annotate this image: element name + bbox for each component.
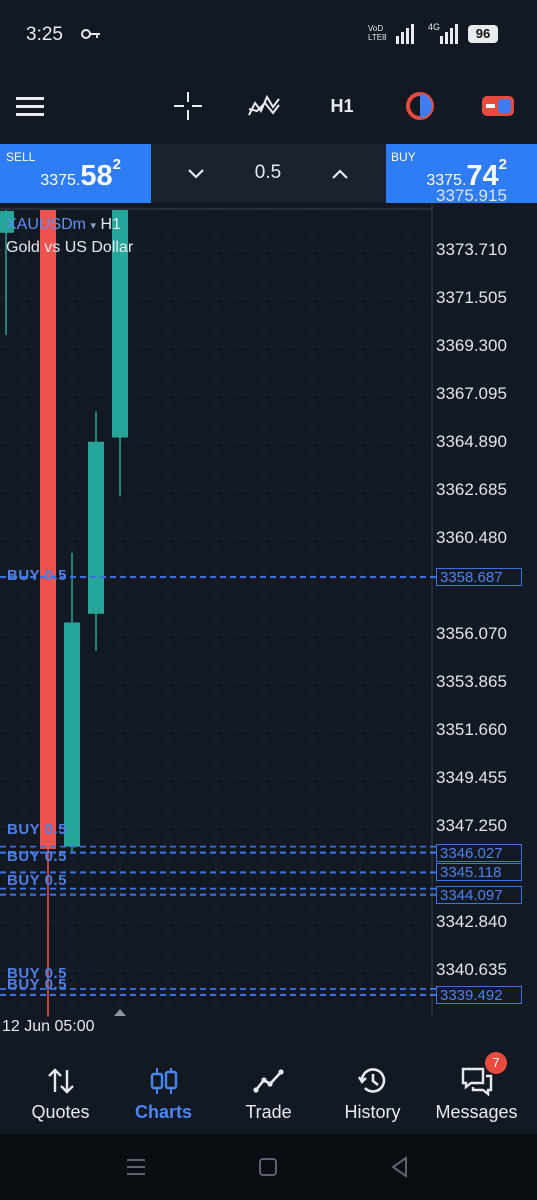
- order-label[interactable]: BUY 0.5: [7, 821, 67, 838]
- price-axis-label: 3362.685: [436, 480, 507, 499]
- buy-label: BUY: [391, 150, 416, 164]
- price-axis-label: 3367.095: [436, 384, 507, 403]
- order-price-tag[interactable]: 3345.118: [436, 863, 522, 882]
- volume-increase-button[interactable]: [322, 156, 358, 192]
- system-navigation-bar: [0, 1134, 537, 1200]
- price-axis-label: 3360.480: [436, 528, 507, 548]
- price-axis-label: 3356.070: [436, 624, 507, 644]
- order-label[interactable]: BUY 0.5: [7, 872, 67, 889]
- status-bar: 3:25 VoD LTE8 4G 96: [0, 0, 537, 70]
- price-axis-label: 3364.890: [436, 432, 507, 451]
- battery-icon: 96: [468, 25, 498, 43]
- order-price-tag[interactable]: 3358.687: [436, 568, 522, 587]
- order-price-tag[interactable]: 3346.027: [436, 843, 522, 862]
- candle-body: [64, 622, 80, 847]
- nav-charts[interactable]: Charts: [110, 1050, 217, 1134]
- net-label-right: 4G: [428, 22, 441, 32]
- recents-icon[interactable]: [122, 1154, 150, 1180]
- status-time: 3:25: [26, 24, 63, 45]
- buy-price-sup: 2: [498, 156, 507, 173]
- timeframe-button[interactable]: H1: [320, 84, 364, 128]
- back-icon[interactable]: [386, 1154, 414, 1180]
- chart-symbol: XAUUSDm: [6, 216, 87, 233]
- trade-toggle-button[interactable]: [476, 84, 520, 128]
- crosshair-button[interactable]: [166, 84, 210, 128]
- volume-value[interactable]: 0.5: [238, 162, 298, 184]
- price-axis-label: 3349.455: [436, 768, 507, 788]
- price-axis-label: 3375.915: [436, 186, 507, 205]
- price-axis-label: 3353.865: [436, 672, 507, 692]
- sell-price-prefix: 3375.: [40, 172, 81, 189]
- nav-trade-label: Trade: [245, 1102, 292, 1122]
- chart-toolbar: H1: [0, 70, 537, 142]
- menu-button[interactable]: [8, 84, 52, 128]
- candle-body: [40, 210, 56, 849]
- price-axis-label: 3371.505: [436, 288, 507, 307]
- time-marker: [114, 1009, 126, 1016]
- net-label-left: VoD LTE8: [368, 24, 387, 42]
- sell-price: 3375.582: [40, 156, 121, 193]
- price-axis-label: 3342.840: [436, 912, 507, 932]
- sell-button[interactable]: SELL 3375.582: [0, 144, 151, 203]
- chevron-up-icon: [332, 169, 348, 179]
- chart-description: Gold vs US Dollar: [6, 239, 134, 256]
- order-price-tag[interactable]: 3339.492: [436, 985, 522, 1004]
- price-axis-label: 3340.635: [436, 960, 507, 980]
- time-axis-label: 12 Jun 05:00: [2, 1018, 95, 1035]
- crosshair-icon: [174, 92, 202, 120]
- indicators-button[interactable]: [242, 84, 286, 128]
- home-icon[interactable]: [254, 1154, 282, 1180]
- sell-price-big: 58: [80, 160, 113, 192]
- chart-symbol-line: XAUUSDm ▾ H1: [6, 216, 121, 234]
- nav-charts-label: Charts: [134, 1102, 192, 1122]
- one-click-icon: [406, 92, 434, 120]
- hamburger-icon: [16, 97, 44, 116]
- one-click-trading-button[interactable]: [398, 84, 442, 128]
- nav-quotes[interactable]: Quotes: [7, 1050, 114, 1134]
- price-axis-label: 3351.660: [436, 720, 507, 740]
- bottom-navigation: Quotes Charts Trade History 7 Messages: [0, 1050, 537, 1134]
- chart-timeframe: H1: [100, 216, 121, 233]
- messages-badge: 7: [485, 1052, 507, 1074]
- price-chart[interactable]: XAUUSDm ▾ H1 Gold vs US Dollar 3375.915 3…: [0, 186, 537, 1050]
- nav-history-label: History: [344, 1102, 401, 1122]
- nav-messages-label: Messages: [435, 1102, 518, 1122]
- nav-trade[interactable]: Trade: [215, 1050, 322, 1134]
- trade-toggle-icon: [482, 96, 514, 116]
- price-axis-label: 3369.300: [436, 336, 507, 355]
- indicator-icon: [248, 94, 280, 116]
- sell-label: SELL: [6, 150, 36, 164]
- candle-body: [88, 441, 104, 614]
- order-label[interactable]: BUY 0.5: [7, 848, 67, 865]
- charts-icon: [150, 1068, 177, 1094]
- volume-decrease-button[interactable]: [178, 156, 214, 192]
- key-icon: [81, 29, 100, 39]
- nav-messages[interactable]: 7 Messages: [423, 1050, 530, 1134]
- order-label[interactable]: BUY 0.5: [7, 976, 67, 993]
- nav-quotes-label: Quotes: [31, 1102, 90, 1122]
- symbol-dropdown-icon: ▾: [90, 220, 96, 232]
- chevron-down-icon: [188, 169, 204, 179]
- nav-history[interactable]: History: [319, 1050, 426, 1134]
- order-label[interactable]: BUY 0.5: [7, 567, 67, 584]
- timeframe-label: H1: [330, 95, 354, 116]
- order-price-tag[interactable]: 3344.097: [436, 885, 522, 904]
- trade-icon: [252, 1069, 284, 1093]
- sell-price-sup: 2: [112, 156, 121, 173]
- volume-control: 0.5: [151, 144, 386, 203]
- price-axis-label: 3373.710: [436, 240, 507, 259]
- history-icon: [357, 1068, 385, 1093]
- quotes-icon: [47, 1068, 74, 1094]
- price-axis-label: 3347.250: [436, 816, 507, 836]
